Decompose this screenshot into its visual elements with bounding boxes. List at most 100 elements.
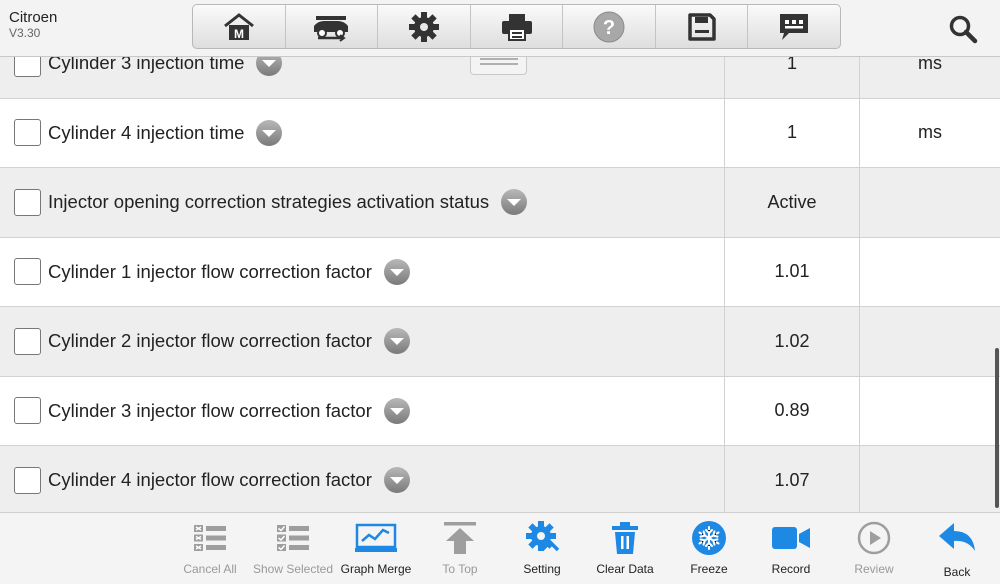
review-button[interactable]: Review [832,519,916,581]
parameter-dropdown-button[interactable] [255,119,283,147]
freeze-button[interactable]: Freeze [667,519,751,581]
app-version: V3.30 [9,26,41,40]
parameter-dropdown-button[interactable] [383,327,411,355]
parameter-name: Cylinder 4 injector flow correction fact… [48,469,372,491]
show-selected-button[interactable]: Show Selected [251,519,335,581]
svg-text:?: ? [603,17,615,39]
dropdown-icon [256,57,283,77]
to-top-label: To Top [442,562,478,576]
clear-data-label: Clear Data [596,562,654,576]
scrollbar[interactable] [995,348,999,508]
parameter-cell: Injector opening correction strategies a… [0,168,725,237]
show-selected-icon [277,525,309,551]
parameter-unit [860,168,1000,237]
parameter-value: 1 [725,57,860,98]
snowflake-icon [692,521,726,555]
printer-icon [501,13,532,41]
save-button[interactable] [656,5,749,48]
row-checkbox[interactable] [14,57,41,77]
parameter-dropdown-button[interactable] [255,57,283,77]
message-button[interactable] [748,5,840,48]
to-top-button[interactable]: To Top [418,519,502,581]
table-row[interactable]: Injector opening correction strategies a… [0,168,1000,238]
video-camera-icon [772,527,810,549]
parameter-name: Cylinder 2 injector flow correction fact… [48,330,372,352]
graph-merge-icon [355,523,397,552]
row-checkbox[interactable] [14,466,41,494]
parameter-name: Injector opening correction strategies a… [48,191,490,213]
parameter-unit [860,377,1000,446]
row-checkbox[interactable] [14,397,41,425]
parameter-cell: Cylinder 2 injector flow correction fact… [0,307,725,376]
dropdown-icon [383,397,410,424]
table-row[interactable]: Cylinder 3 injector flow correction fact… [0,376,1000,446]
gear-icon [408,11,439,42]
main-toolbar: M ? [192,4,841,49]
parameter-value: 0.89 [725,376,860,445]
record-button[interactable]: Record [749,519,833,581]
dropdown-icon [501,189,528,216]
record-label: Record [771,562,811,576]
parameter-value: 1.02 [725,307,860,376]
parameter-unit [860,446,1000,512]
back-label: Back [943,565,971,579]
home-icon: M [223,12,254,41]
svg-text:M: M [234,27,244,41]
row-checkbox[interactable] [14,327,41,355]
parameter-cell: Cylinder 3 injector flow correction fact… [0,376,725,445]
freeze-label: Freeze [690,562,728,576]
clear-data-button[interactable]: Clear Data [583,519,667,581]
parameter-name: Cylinder 3 injector flow correction fact… [48,399,372,421]
row-checkbox[interactable] [14,119,41,147]
parameter-value: Active [725,168,860,237]
setting-button[interactable]: Setting [500,519,584,581]
play-circle-icon [857,521,891,555]
parameter-cell: Cylinder 4 injection time [0,98,725,167]
parameter-dropdown-button[interactable] [383,258,411,286]
parameter-name: Cylinder 4 injection time [48,121,245,143]
data-stream-table[interactable]: Cylinder 3 injection time 1 ms Cylinder 4 i… [0,57,1000,512]
setting-icon [526,521,560,552]
parameter-cell: Cylinder 3 injection time [0,57,725,98]
row-checkbox[interactable] [14,258,41,286]
graph-merge-button[interactable]: Graph Merge [334,519,418,581]
cancel-all-icon [194,525,226,551]
table-row[interactable]: Cylinder 4 injector flow correction fact… [0,446,1000,512]
search-icon [949,15,978,44]
graph-merge-label: Graph Merge [340,562,412,576]
parameter-unit [860,307,1000,376]
vehicle-swap-icon [314,15,349,42]
help-icon: ? [593,11,625,42]
parameter-value: 1.07 [725,446,860,512]
help-button[interactable]: ? [563,5,656,48]
vehicle-brand: Citroen V3.30 [9,9,57,40]
table-row[interactable]: Cylinder 4 injection time 1 ms [0,98,1000,168]
cancel-all-button[interactable]: Cancel All [168,519,252,581]
parameter-value: 1 [725,98,860,167]
parameter-unit: ms [918,122,942,143]
settings-button[interactable] [378,5,471,48]
parameter-dropdown-button[interactable] [500,188,528,216]
save-icon [687,12,716,41]
parameter-dropdown-button[interactable] [383,466,411,494]
review-label: Review [854,562,894,576]
to-top-icon [444,522,476,554]
back-arrow-icon [939,523,975,551]
home-button[interactable]: M [193,5,286,48]
show-selected-label: Show Selected [252,562,334,576]
trash-icon [612,522,638,554]
parameter-dropdown-button[interactable] [383,397,411,425]
parameter-name: Cylinder 3 injection time [48,57,245,74]
dropdown-icon [383,258,410,285]
print-button[interactable] [471,5,564,48]
row-checkbox[interactable] [14,188,41,216]
back-button[interactable]: Back [915,519,999,581]
table-row[interactable]: Cylinder 2 injector flow correction fact… [0,307,1000,377]
search-button[interactable] [946,12,980,46]
table-row[interactable]: Cylinder 1 injector flow correction fact… [0,237,1000,307]
message-icon [780,13,809,40]
parameter-value: 1.01 [725,237,860,306]
dropdown-icon [383,328,410,355]
bottom-function-bar: Cancel All Show Selected Graph Merge To … [0,512,1000,584]
vehicle-swap-button[interactable] [286,5,379,48]
